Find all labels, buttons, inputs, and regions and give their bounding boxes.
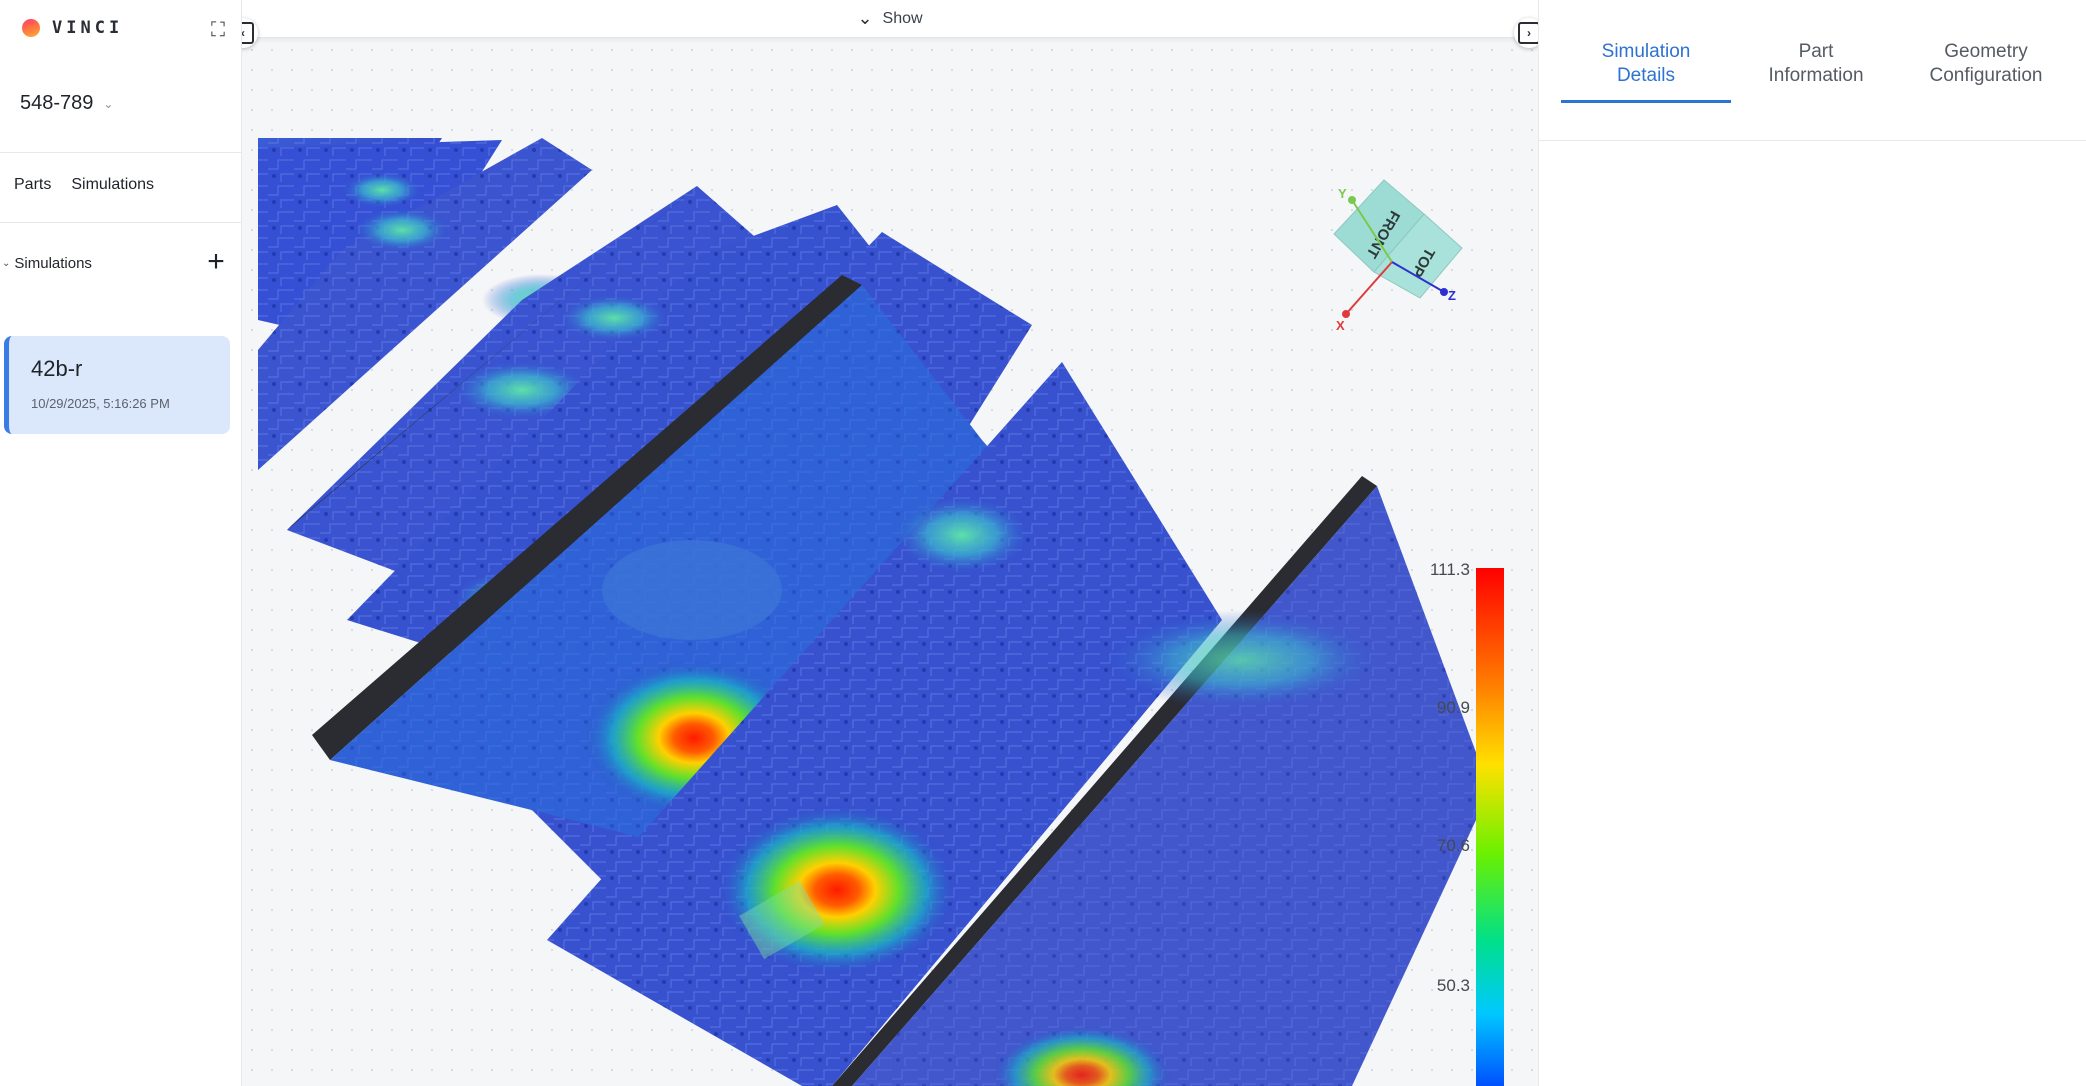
tab-simulations[interactable]: Simulations [71,176,154,194]
collapse-right-panel-button[interactable]: › [1514,18,1538,48]
app-window: VINCI ⛶ 548-789 ⌄ Parts Simulations ⌄ Si… [0,0,2086,1086]
x-axis-line [1345,261,1393,315]
simulation-list-item[interactable]: 42b-r 10/29/2025, 5:16:26 PM [4,336,230,434]
tab-parts[interactable]: Parts [14,176,51,194]
project-name: 548-789 [20,92,94,114]
tab-part-information[interactable]: Part Information [1731,40,1901,103]
section-title: Simulations [14,255,92,272]
sidebar-nav: Parts Simulations [14,176,154,194]
divider [0,152,242,153]
colorbar-label-3: 70.6 [1436,836,1470,855]
brand-name: VINCI [52,18,124,38]
colorbar-label-max: 111.3 [1429,560,1470,579]
chevron-down-icon: ⌄ [103,96,114,111]
x-axis-dot[interactable] [1342,310,1350,318]
3d-viewport[interactable]: ⌄ Show ‹ › FRONT TOP X Y Z 111.3 90 [242,0,1538,1086]
panel-left-icon: ‹ [242,22,254,44]
right-panel: Simulation Details Part Information Geom… [1538,0,2086,1086]
z-axis-dot[interactable] [1440,288,1448,296]
pcb-heatmap-render[interactable] [242,0,1538,1086]
panel-right-icon: › [1518,22,1538,44]
project-selector[interactable]: 548-789 ⌄ [20,92,113,115]
divider [0,222,242,223]
show-toolbar[interactable]: ⌄ Show [242,0,1538,38]
view-cube-gizmo[interactable]: FRONT TOP X Y Z [1324,174,1474,334]
x-axis-label: X [1336,318,1345,333]
y-axis-dot[interactable] [1348,196,1356,204]
divider [1539,140,2086,141]
simulation-date: 10/29/2025, 5:16:26 PM [31,396,170,411]
tab-geometry-configuration[interactable]: Geometry Configuration [1901,40,2071,103]
colorbar-label-2: 90.9 [1436,698,1470,717]
show-label[interactable]: Show [883,10,923,28]
z-axis-label: Z [1448,288,1456,303]
chevron-down-icon[interactable]: ⌄ [857,8,872,29]
simulations-section-header[interactable]: ⌄ Simulations + [2,247,230,277]
tab-simulation-details[interactable]: Simulation Details [1561,40,1731,103]
simulation-name: 42b-r [31,356,83,381]
y-axis-label: Y [1338,186,1347,201]
temperature-colorbar [1476,568,1504,1086]
add-simulation-button[interactable]: + [202,247,230,277]
left-sidebar: VINCI ⛶ 548-789 ⌄ Parts Simulations ⌄ Si… [0,0,242,1086]
right-panel-tabs: Simulation Details Part Information Geom… [1561,40,2071,103]
colorbar-label-4: 50.3 [1436,976,1470,995]
fullscreen-icon[interactable]: ⛶ [206,18,230,42]
chevron-down-icon[interactable]: ⌄ [2,258,10,269]
logo-icon [22,19,40,37]
brand-logo[interactable]: VINCI [22,18,123,38]
